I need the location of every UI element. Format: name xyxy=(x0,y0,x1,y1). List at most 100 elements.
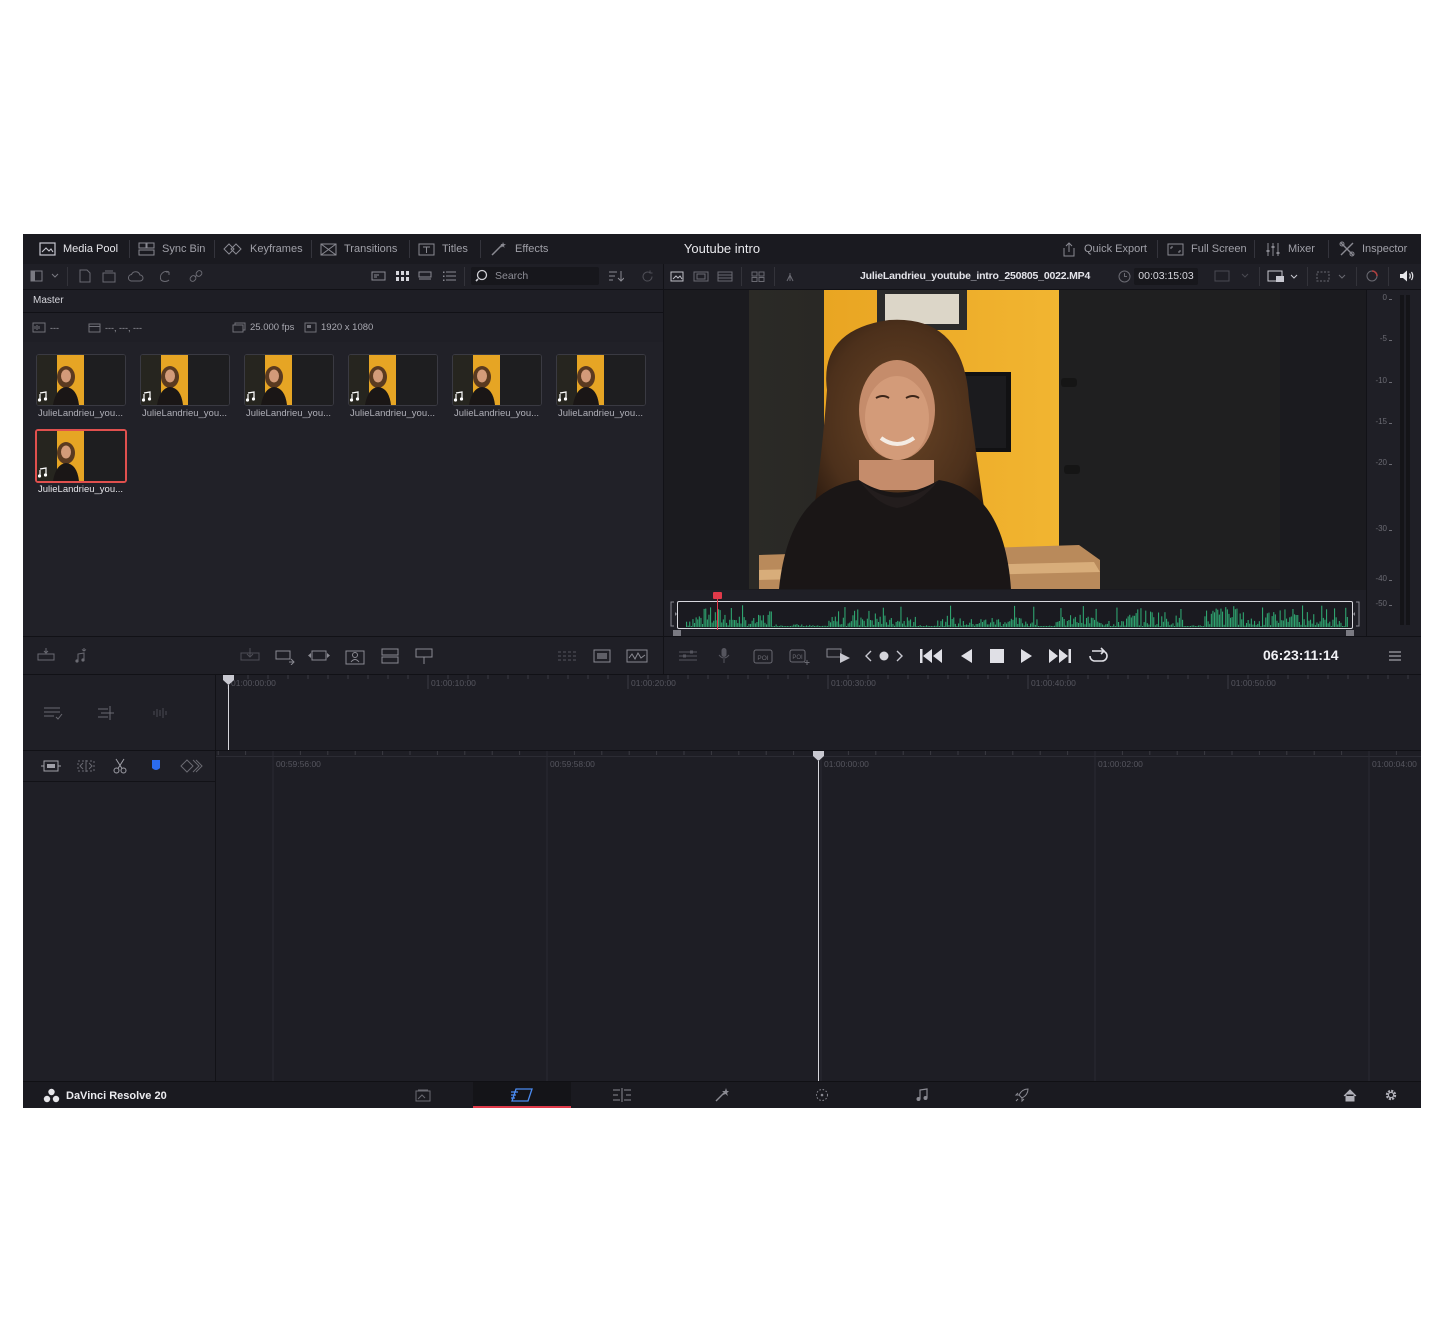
thumbnail-view-button[interactable] xyxy=(394,269,410,283)
page-tab-fusion[interactable] xyxy=(673,1082,771,1108)
tools-button[interactable] xyxy=(677,645,699,667)
transitions-button[interactable]: Transitions xyxy=(320,234,397,264)
zoom-dropdown[interactable] xyxy=(1213,268,1253,284)
chevron-left-icon xyxy=(865,650,872,662)
go-to-end-button[interactable] xyxy=(1047,645,1073,667)
picture-view-button[interactable] xyxy=(591,645,613,667)
panel-toggle-button[interactable] xyxy=(29,268,59,284)
page-tab-deliver[interactable] xyxy=(973,1082,1071,1108)
list-view-button[interactable] xyxy=(441,269,457,283)
clip-thumbnail[interactable] xyxy=(348,354,438,406)
next-edit-button[interactable] xyxy=(893,647,907,665)
inspector-button[interactable]: Inspector xyxy=(1339,234,1407,264)
page-tab-cut[interactable] xyxy=(473,1082,571,1108)
trim-view-button[interactable] xyxy=(555,645,579,667)
search-input[interactable]: Search xyxy=(471,267,599,285)
clip-thumbnail[interactable] xyxy=(140,354,230,406)
color-picker-button[interactable] xyxy=(1364,268,1380,284)
track-options-button[interactable] xyxy=(95,703,119,723)
viewer-timecode[interactable]: 06:23:11:14 xyxy=(1263,647,1339,663)
full-screen-button[interactable]: Full Screen xyxy=(1167,234,1247,264)
ripple-overwrite-button[interactable] xyxy=(307,645,331,667)
relink-button[interactable] xyxy=(157,268,173,284)
effects-button[interactable]: Effects xyxy=(490,234,548,264)
place-on-top-button[interactable] xyxy=(379,645,401,667)
strip-view-button[interactable] xyxy=(417,269,433,283)
transform-dropdown[interactable] xyxy=(1315,268,1349,284)
clip-thumbnail[interactable] xyxy=(35,429,127,483)
sync-bin-button[interactable]: Sync Bin xyxy=(138,234,205,264)
audio-waveform[interactable] xyxy=(677,601,1353,629)
safe-area-dropdown[interactable] xyxy=(1267,268,1301,284)
viewer-canvas[interactable] xyxy=(664,290,1366,590)
page-tab-fairlight[interactable] xyxy=(873,1082,971,1108)
voiceover-button[interactable] xyxy=(713,645,735,667)
jog-button[interactable] xyxy=(876,647,892,665)
lower-timeline[interactable]: 00:59:56:00 00:59:58:00 01:00:00:00 01:00:0… xyxy=(216,751,1421,1081)
poi-icon: POI xyxy=(753,649,773,664)
audio-track-icon xyxy=(153,708,167,718)
media-pool-button[interactable]: Media Pool xyxy=(39,234,118,264)
play-reverse-button[interactable] xyxy=(955,645,977,667)
clip-thumbnail[interactable] xyxy=(556,354,646,406)
audio-sync-button[interactable] xyxy=(782,269,798,283)
loop-button[interactable] xyxy=(1086,645,1110,667)
prev-edit-button[interactable] xyxy=(861,647,875,665)
clip-thumbnail[interactable] xyxy=(452,354,542,406)
viewer-scrub-area xyxy=(664,590,1366,636)
antenna-icon xyxy=(786,273,794,282)
volume-button[interactable] xyxy=(1398,268,1416,284)
scrub-playhead[interactable] xyxy=(713,592,722,630)
keyframes-button[interactable]: Keyframes xyxy=(223,234,303,264)
clip-thumbnail[interactable] xyxy=(244,354,334,406)
trim-tool-button[interactable] xyxy=(75,757,97,775)
clip-thumbnail[interactable] xyxy=(36,354,126,406)
lower-timeline-playhead[interactable] xyxy=(813,751,824,1081)
append-button[interactable] xyxy=(273,645,297,667)
timeline-options-button[interactable] xyxy=(41,703,65,723)
flag-button[interactable] xyxy=(145,757,167,775)
mixer-button[interactable]: Mixer xyxy=(1265,234,1315,264)
source-overwrite-button[interactable] xyxy=(413,645,435,667)
titles-button[interactable]: Titles xyxy=(418,234,468,264)
link-button[interactable] xyxy=(188,268,204,284)
effects-label: Effects xyxy=(515,243,549,255)
page-tab-color[interactable] xyxy=(773,1082,871,1108)
import-media-button[interactable] xyxy=(101,268,117,284)
smart-insert-video-button[interactable] xyxy=(35,645,57,667)
options-menu-button[interactable] xyxy=(1385,646,1405,666)
source-clip-button[interactable] xyxy=(669,269,685,283)
go-to-start-button[interactable] xyxy=(918,645,944,667)
sort-button[interactable] xyxy=(608,268,624,284)
poi-add-button[interactable]: POI xyxy=(787,645,811,667)
close-up-button[interactable] xyxy=(343,645,367,667)
multicam-button[interactable] xyxy=(750,269,766,283)
quick-export-button[interactable]: Quick Export xyxy=(1061,234,1147,264)
upper-timeline-playhead[interactable] xyxy=(223,675,234,750)
play-button[interactable] xyxy=(1016,645,1038,667)
blue-flag-icon xyxy=(152,760,160,770)
timeline-view-toggle[interactable] xyxy=(39,757,63,775)
play-around-button[interactable] xyxy=(825,645,851,667)
timeline-view-button[interactable] xyxy=(716,269,734,283)
home-button[interactable] xyxy=(1340,1086,1360,1104)
blade-tool-button[interactable] xyxy=(109,757,131,775)
new-bin-button[interactable] xyxy=(77,268,93,284)
audio-track-options-button[interactable] xyxy=(150,703,174,723)
poi-button[interactable]: POI xyxy=(751,645,775,667)
page-tab-edit[interactable] xyxy=(573,1082,671,1108)
smart-insert-button[interactable] xyxy=(238,645,262,667)
smart-insert-audio-button[interactable] xyxy=(69,645,91,667)
source-tape-button[interactable] xyxy=(692,269,710,283)
fusion-page-icon xyxy=(715,1088,729,1102)
cloud-button[interactable] xyxy=(126,268,144,284)
stop-button[interactable] xyxy=(986,645,1008,667)
bin-name[interactable]: Master xyxy=(33,295,64,306)
page-tab-media[interactable] xyxy=(374,1082,472,1108)
refresh-button[interactable] xyxy=(639,268,655,284)
settings-button[interactable] xyxy=(1381,1086,1401,1104)
upper-timeline[interactable]: 01:00:00:00 01:00:10:00 01:00:20:00 01:00:3… xyxy=(216,675,1421,750)
snapping-button[interactable] xyxy=(178,757,204,775)
metadata-view-button[interactable] xyxy=(370,269,386,283)
audio-view-button[interactable] xyxy=(625,645,649,667)
